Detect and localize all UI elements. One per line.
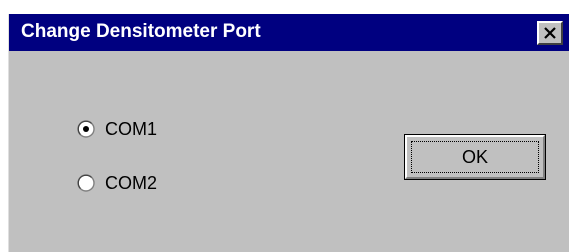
title-bar: Change Densitometer Port bbox=[9, 14, 569, 51]
radio-label-com2: COM2 bbox=[105, 173, 158, 193]
radio-button-com1[interactable] bbox=[77, 120, 95, 138]
radio-selected-dot bbox=[83, 126, 89, 132]
radio-label-com1: COM1 bbox=[105, 119, 158, 139]
dialog-title: Change Densitometer Port bbox=[21, 21, 261, 42]
ok-button[interactable]: OK bbox=[404, 134, 546, 180]
change-densitometer-port-dialog: Change Densitometer Port COM1 COM2 OK bbox=[8, 14, 569, 252]
ok-button-label: OK bbox=[461, 147, 488, 167]
close-icon bbox=[544, 27, 556, 39]
close-button[interactable] bbox=[537, 21, 563, 45]
radio-button-com2[interactable] bbox=[77, 174, 95, 192]
